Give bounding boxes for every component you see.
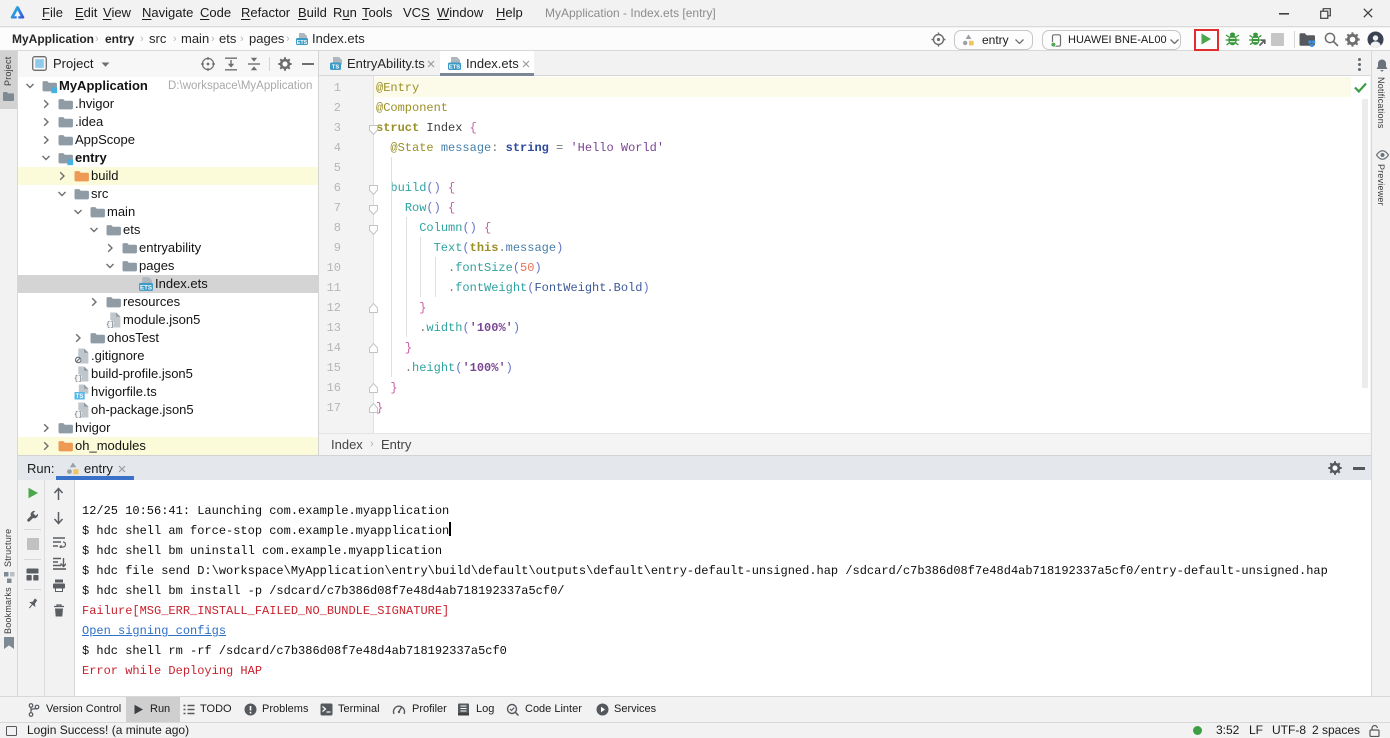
svg-text:{}: {} (74, 412, 82, 418)
svg-text:TS: TS (332, 65, 340, 71)
svg-text:ETS: ETS (297, 40, 308, 46)
svg-text:TS: TS (76, 394, 84, 400)
svg-text:ETS: ETS (140, 284, 152, 291)
svg-text:{}: {} (106, 322, 114, 328)
svg-text:ETS: ETS (449, 65, 460, 71)
svg-text:{}: {} (74, 376, 82, 382)
